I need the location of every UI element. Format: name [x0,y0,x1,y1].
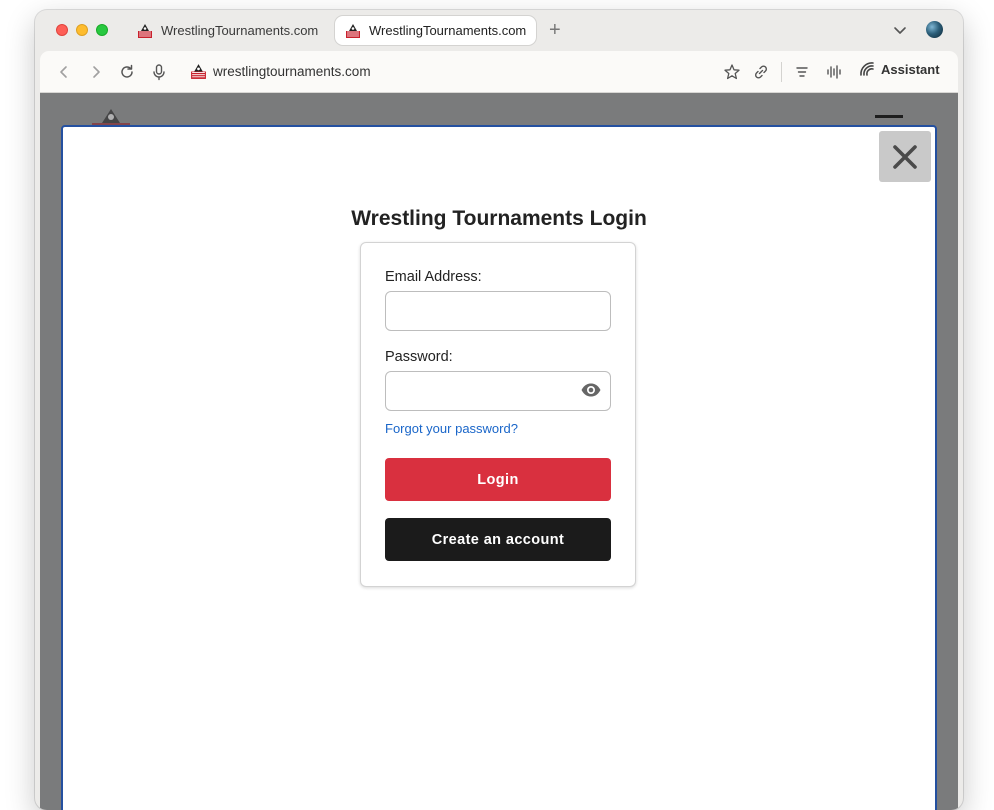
tab-2[interactable]: WrestlingTournaments.com [335,16,536,45]
close-modal-button[interactable] [879,131,931,182]
reader-icon[interactable] [793,63,811,81]
email-label: Email Address: [385,269,482,285]
microphone-icon[interactable] [150,63,168,81]
assistant-label: Assistant [881,61,940,77]
login-card: Email Address: Password: Forgot your pas… [360,242,636,587]
create-account-button[interactable]: Create an account [385,518,611,561]
toolbar: wrestlingtournaments.com Assistant [40,51,958,93]
audio-icon[interactable] [825,63,843,81]
menu-icon [875,115,903,118]
login-modal: Wrestling Tournaments Login Email Addres… [61,125,937,810]
browser-window: WrestlingTournaments.com WrestlingTourna… [35,10,963,810]
tab-dropdown-icon[interactable] [892,22,908,38]
page-title: Wrestling Tournaments Login [351,207,647,230]
login-button[interactable]: Login [385,458,611,501]
tab-bar: WrestlingTournaments.com WrestlingTourna… [35,10,963,50]
tab-title: WrestlingTournaments.com [369,23,527,38]
profile-icon[interactable] [926,21,943,38]
reload-icon[interactable] [118,63,136,81]
email-field[interactable] [385,291,611,331]
toolbar-divider [781,62,782,82]
close-window-button[interactable] [56,24,68,36]
back-icon[interactable] [55,63,73,81]
password-field[interactable] [385,371,611,411]
zoom-window-button[interactable] [96,24,108,36]
new-tab-button[interactable]: + [549,20,561,40]
address-bar[interactable]: wrestlingtournaments.com [213,64,371,79]
password-label: Password: [385,349,453,365]
tab-1[interactable]: WrestlingTournaments.com [127,16,323,45]
link-icon[interactable] [752,63,770,81]
close-icon [893,144,917,169]
eye-icon[interactable] [580,381,602,399]
minimize-window-button[interactable] [76,24,88,36]
assistant-icon [860,62,874,76]
assistant-button[interactable]: Assistant [859,61,940,77]
site-favicon-icon [346,23,360,38]
forgot-password-link[interactable]: Forgot your password? [385,421,518,436]
page-viewport: Wrestling Tournaments Login Email Addres… [40,93,958,810]
forward-icon[interactable] [87,63,105,81]
site-favicon-icon [138,23,152,38]
bookmark-star-icon[interactable] [723,63,741,81]
site-favicon-icon [191,64,206,79]
tab-title: WrestlingTournaments.com [161,23,319,38]
